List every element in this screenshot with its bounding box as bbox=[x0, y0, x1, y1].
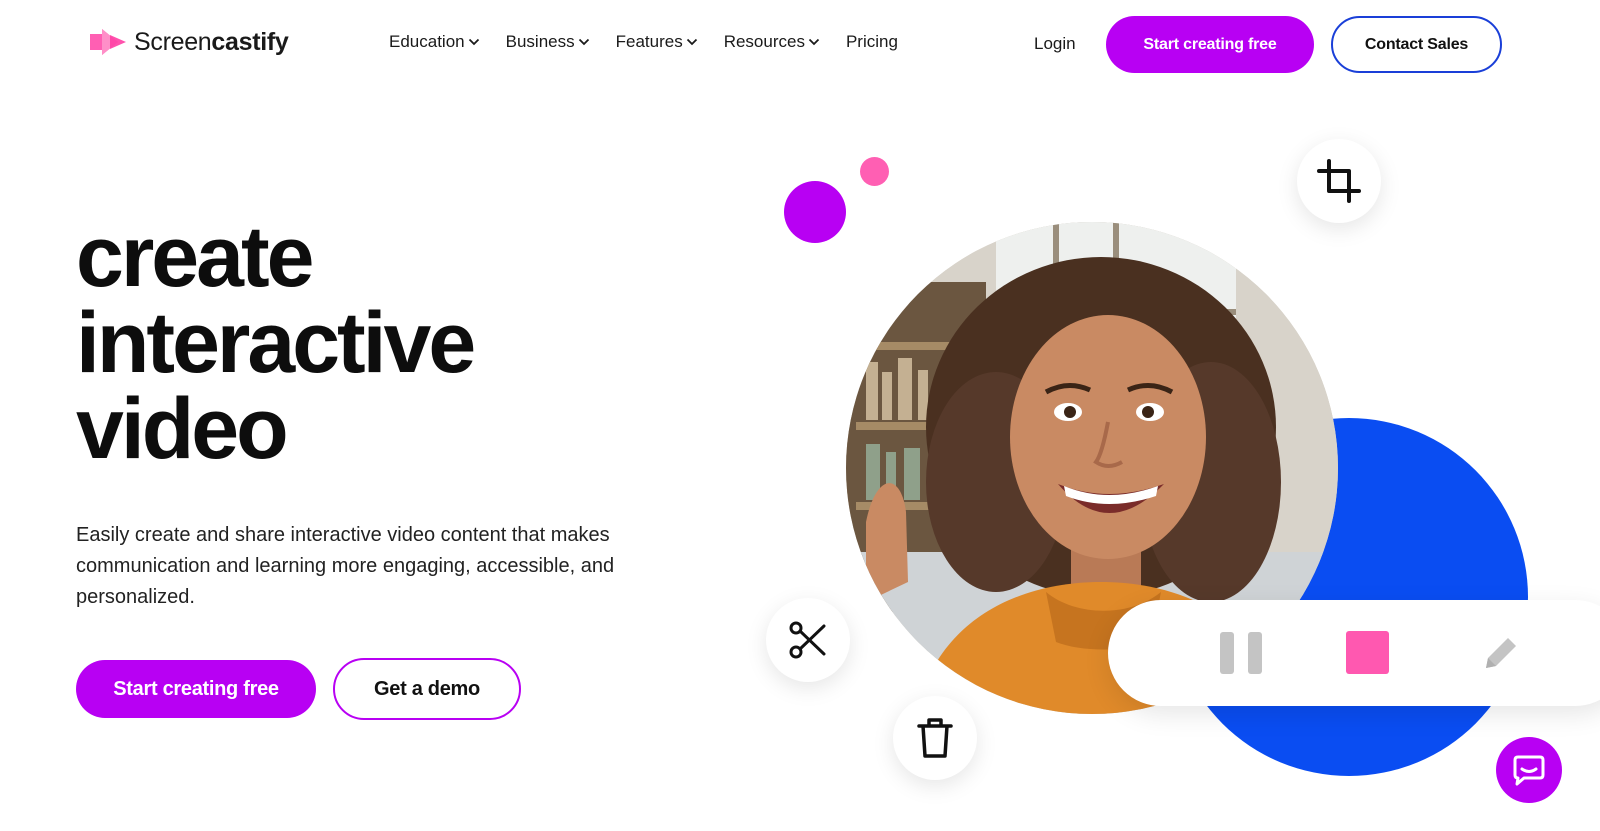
headline-line: create bbox=[76, 209, 314, 305]
recording-toolbar bbox=[1108, 600, 1600, 706]
pause-button[interactable] bbox=[1220, 632, 1262, 674]
trash-button[interactable] bbox=[893, 696, 977, 780]
start-creating-free-button[interactable]: Start creating free bbox=[1106, 16, 1314, 73]
main-nav: Education Business Features Resources Pr… bbox=[389, 32, 924, 52]
chevron-down-icon bbox=[578, 38, 589, 46]
hero-start-creating-free-button[interactable]: Start creating free bbox=[76, 660, 316, 718]
pencil-button[interactable] bbox=[1478, 632, 1522, 676]
crop-icon bbox=[1317, 159, 1361, 203]
nav-item-label: Features bbox=[615, 32, 683, 51]
nav-item-business[interactable]: Business bbox=[506, 32, 590, 52]
nav-item-resources[interactable]: Resources bbox=[724, 32, 820, 52]
headline-line: interactive bbox=[76, 295, 476, 391]
contact-sales-button[interactable]: Contact Sales bbox=[1331, 16, 1502, 73]
nav-item-label: Pricing bbox=[845, 32, 898, 51]
stop-button[interactable] bbox=[1346, 631, 1389, 674]
site-header: Screencastify Education Business Feature… bbox=[0, 0, 1600, 90]
logo-wordmark: Screencastify bbox=[134, 27, 289, 56]
logo[interactable]: Screencastify bbox=[88, 24, 289, 60]
nav-item-education[interactable]: Education bbox=[389, 32, 480, 52]
screencastify-logo-icon bbox=[90, 29, 126, 55]
crop-button[interactable] bbox=[1297, 139, 1381, 223]
decorative-pink-dot bbox=[860, 157, 889, 186]
get-a-demo-button[interactable]: Get a demo bbox=[333, 658, 521, 720]
pencil-icon bbox=[1486, 638, 1516, 668]
login-link[interactable]: Login bbox=[1034, 34, 1076, 54]
chevron-down-icon bbox=[686, 38, 697, 46]
pause-icon bbox=[1220, 632, 1262, 674]
hero-subtext: Easily create and share interactive vide… bbox=[76, 524, 615, 608]
nav-item-label: Resources bbox=[723, 32, 805, 51]
trash-icon bbox=[917, 718, 953, 758]
chat-icon bbox=[1513, 755, 1545, 786]
chat-widget-button[interactable] bbox=[1496, 737, 1562, 803]
headline-line: video bbox=[76, 381, 289, 477]
scissors-icon bbox=[789, 621, 826, 659]
stop-icon bbox=[1346, 631, 1389, 674]
nav-item-label: Education bbox=[389, 32, 465, 51]
scissors-button[interactable] bbox=[766, 598, 850, 682]
nav-item-label: Business bbox=[505, 32, 575, 51]
chevron-down-icon bbox=[808, 38, 820, 46]
chevron-down-icon bbox=[468, 38, 479, 46]
decorative-purple-dot bbox=[784, 181, 846, 243]
nav-item-features[interactable]: Features bbox=[616, 32, 698, 52]
hero-headline: create interactive video bbox=[76, 214, 636, 472]
nav-item-pricing[interactable]: Pricing bbox=[846, 32, 898, 52]
